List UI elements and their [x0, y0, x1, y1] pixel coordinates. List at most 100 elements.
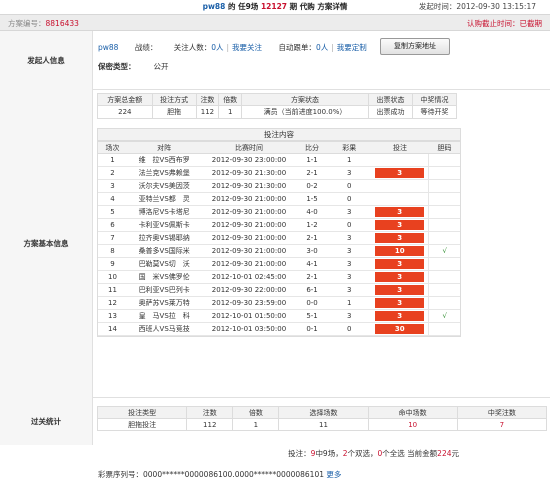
match-no: 6 [98, 218, 127, 232]
summary-value: 胆拖 [151, 105, 197, 119]
match-score: 2-1 [296, 270, 328, 284]
match-result: 3 [327, 166, 371, 180]
summary-value: 224 [97, 105, 153, 119]
title-username[interactable]: pw88 [203, 2, 226, 11]
stats-value: 胆拖投注 [96, 418, 188, 431]
match-row: 14 西班人VS马竞技 2012-10-01 03:50:00 0-1 0 30 [98, 322, 460, 336]
match-no: 12 [98, 296, 127, 310]
match-row: 9 巴勒莫VS切 沃 2012-09-30 21:00:00 4-1 3 3 [98, 257, 460, 271]
match-row: 10 国 米VS佛罗伦 2012-10-01 02:45:00 2-1 3 3 [98, 270, 460, 284]
stats-value-row: 胆拖投注 112 1 11 10 7 [96, 418, 548, 431]
follow-count: 0人 [211, 43, 224, 52]
match-pick-cell: 3 [371, 270, 429, 284]
match-dan [428, 205, 460, 219]
match-pick-cell [371, 153, 429, 167]
match-table-body: 1维 拉VS西布罗 2012-09-30 23:00:00 1-1 1 2 法兰克VS弗赖… [98, 153, 460, 336]
match-score: 1-2 [296, 218, 328, 232]
copy-scheme-url-button[interactable]: 复制方案地址 [380, 38, 450, 55]
match-pick: 3 [375, 298, 425, 308]
initiator-username[interactable]: pw88 [98, 43, 118, 52]
match-row: 3 沃尔夫VS美因茨 2012-09-30 21:30:00 0-2 0 [98, 179, 460, 193]
ticket-serial-label: 彩票序列号： [98, 470, 143, 479]
match-row: 5 博洛尼VS卡塔尼 2012-09-30 21:00:00 4-0 3 3 [98, 205, 460, 219]
scheme-id-bar: 方案编号：8816433 认购截止时间：已截期 [0, 14, 550, 31]
title-of: 的 [227, 2, 236, 11]
match-time: 2012-09-30 23:59:00 [201, 296, 297, 310]
match-row: 12 奥萨苏VS莱万特 2012-09-30 23:59:00 0-0 1 3 [98, 296, 460, 310]
match-teams: 国 米VS佛罗伦 [126, 270, 202, 284]
match-header: 比赛时间 [201, 141, 297, 154]
match-no: 10 [98, 270, 127, 284]
bet-amount: 224 [437, 449, 452, 458]
ticket-more-link[interactable]: 更多 [326, 470, 341, 479]
match-dan [428, 179, 460, 193]
match-pick: 3 [375, 207, 425, 217]
match-time: 2012-09-30 22:00:00 [201, 283, 297, 297]
match-pick: 3 [375, 285, 425, 295]
match-teams: 巴勒莫VS切 沃 [126, 257, 202, 271]
match-score: 0-1 [296, 322, 328, 336]
match-teams: 桑普多VS国际米 [126, 244, 202, 258]
stats-header: 选择场数 [278, 406, 369, 419]
match-time: 2012-09-30 21:00:00 [201, 231, 297, 245]
record-label: 战绩： [134, 43, 158, 52]
match-teams: 维 拉VS西布罗 [126, 153, 202, 167]
match-no: 14 [98, 322, 127, 336]
match-pick: 3 [375, 272, 425, 282]
match-pick-cell: 3 [371, 231, 429, 245]
title-issue: 12127 [260, 2, 288, 11]
match-pick-cell: 3 [371, 309, 429, 323]
match-pick-cell [371, 179, 429, 193]
stats-header: 中奖注数 [456, 406, 548, 419]
match-no: 2 [98, 166, 127, 180]
scheme-section: 方案基本信息 方案总金额 投注方式 注数 倍数 方案状态 出票状态 中奖情况 2… [0, 89, 550, 479]
initiator-section: 发起人信息 pw88 战绩： 关注人数：0人 | 我要关注 自动跟单：0人 | 我要定制… [0, 31, 550, 90]
match-result: 3 [327, 231, 371, 245]
match-score: 0-2 [296, 179, 328, 193]
match-time: 2012-09-30 21:00:00 [201, 257, 297, 271]
match-pick-cell: 3 [371, 257, 429, 271]
summary-header: 注数 [195, 93, 220, 106]
match-row: 8 桑普多VS国际米 2012-09-30 21:00:00 3-0 3 10 √ [98, 244, 460, 258]
title-tail: 期 代购 方案详情 [289, 2, 348, 11]
match-no: 8 [98, 244, 127, 258]
ticket-serial-value: 0000******0000086100.0000******000008610… [143, 470, 324, 479]
summary-value: 1 [218, 105, 243, 119]
match-score: 2-1 [296, 166, 328, 180]
follow-link[interactable]: 我要关注 [232, 43, 262, 52]
match-row: 13 皇 马VS拉 科 2012-10-01 01:50:00 5-1 3 3 √ [98, 309, 460, 323]
match-pick: 3 [375, 259, 425, 269]
stats-header: 投注类型 [96, 406, 188, 419]
page-header: pw88 的 任9场 12127 期 代购 方案详情 发起时间：2012-09-… [0, 0, 550, 11]
match-dan: √ [428, 244, 460, 258]
ticket-serial-row: 彩票序列号：0000******0000086100.0000******000… [98, 469, 341, 480]
match-time: 2012-09-30 23:00:00 [201, 153, 297, 167]
launch-time: 发起时间：2012-09-30 13:15:17 [419, 1, 536, 12]
match-score: 1-5 [296, 192, 328, 206]
match-no: 3 [98, 179, 127, 193]
match-row: 11 巴利亚VS巴列卡 2012-09-30 22:00:00 6-1 3 3 [98, 283, 460, 297]
stats-table: 投注类型 注数 倍数 选择场数 命中场数 中奖注数 胆拖投注 112 1 11 … [96, 406, 548, 431]
match-time: 2012-09-30 21:00:00 [201, 218, 297, 232]
match-pick-cell: 10 [371, 244, 429, 258]
match-teams: 卡利亚VS佩斯卡 [126, 218, 202, 232]
bet-content-title: 投注内容 [98, 129, 460, 141]
match-score: 5-1 [296, 309, 328, 323]
match-score: 3-0 [296, 244, 328, 258]
match-result: 0 [327, 192, 371, 206]
stats-value: 7 [456, 418, 548, 431]
bet-content-box: 投注内容 场次 对阵 比赛时间 比分 彩果 投注 胆码 1维 拉VS西布罗 201… [97, 128, 461, 337]
privacy-label: 保密类型： [98, 62, 136, 71]
scheme-id: 方案编号：8816433 [8, 18, 79, 29]
custom-link[interactable]: 我要定制 [337, 43, 367, 52]
match-teams: 巴利亚VS巴列卡 [126, 283, 202, 297]
match-header: 胆码 [428, 141, 460, 154]
match-time: 2012-09-30 21:00:00 [201, 244, 297, 258]
scheme-id-value: 8816433 [45, 19, 79, 28]
summary-header: 倍数 [218, 93, 243, 106]
match-pick: 3 [375, 233, 425, 243]
match-header-row: 场次 对阵 比赛时间 比分 彩果 投注 胆码 [98, 141, 460, 154]
match-pick-cell [371, 192, 429, 206]
match-time: 2012-09-30 21:30:00 [201, 166, 297, 180]
match-time: 2012-10-01 03:50:00 [201, 322, 297, 336]
